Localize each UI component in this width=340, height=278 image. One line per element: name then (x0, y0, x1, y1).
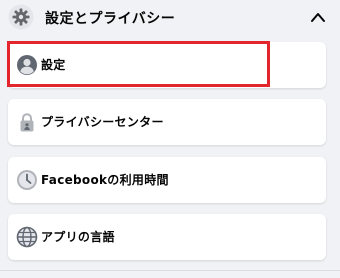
chevron-up-icon[interactable] (309, 10, 327, 24)
gear-icon (8, 4, 34, 30)
lock-icon (20, 113, 34, 132)
divider (0, 270, 340, 271)
menu-item-privacy-center[interactable]: プライバシーセンター (8, 99, 326, 145)
menu-item-label: 設定 (41, 58, 66, 72)
menu-item-app-language[interactable]: アプリの言語 (8, 214, 326, 260)
clock-icon (17, 170, 37, 190)
menu-item-time-on-facebook[interactable]: Facebookの利用時間 (8, 157, 326, 203)
menu-item-label: Facebookの利用時間 (41, 173, 169, 187)
user-circle-icon (17, 55, 37, 75)
menu-item-settings[interactable]: 設定 (8, 42, 326, 88)
menu-item-label: アプリの言語 (41, 230, 115, 244)
page-title: 設定とプライバシー (45, 11, 176, 27)
menu-item-label: プライバシーセンター (41, 115, 164, 129)
settings-privacy-header[interactable]: 設定とプライバシー (0, 0, 340, 36)
globe-icon (16, 226, 38, 248)
